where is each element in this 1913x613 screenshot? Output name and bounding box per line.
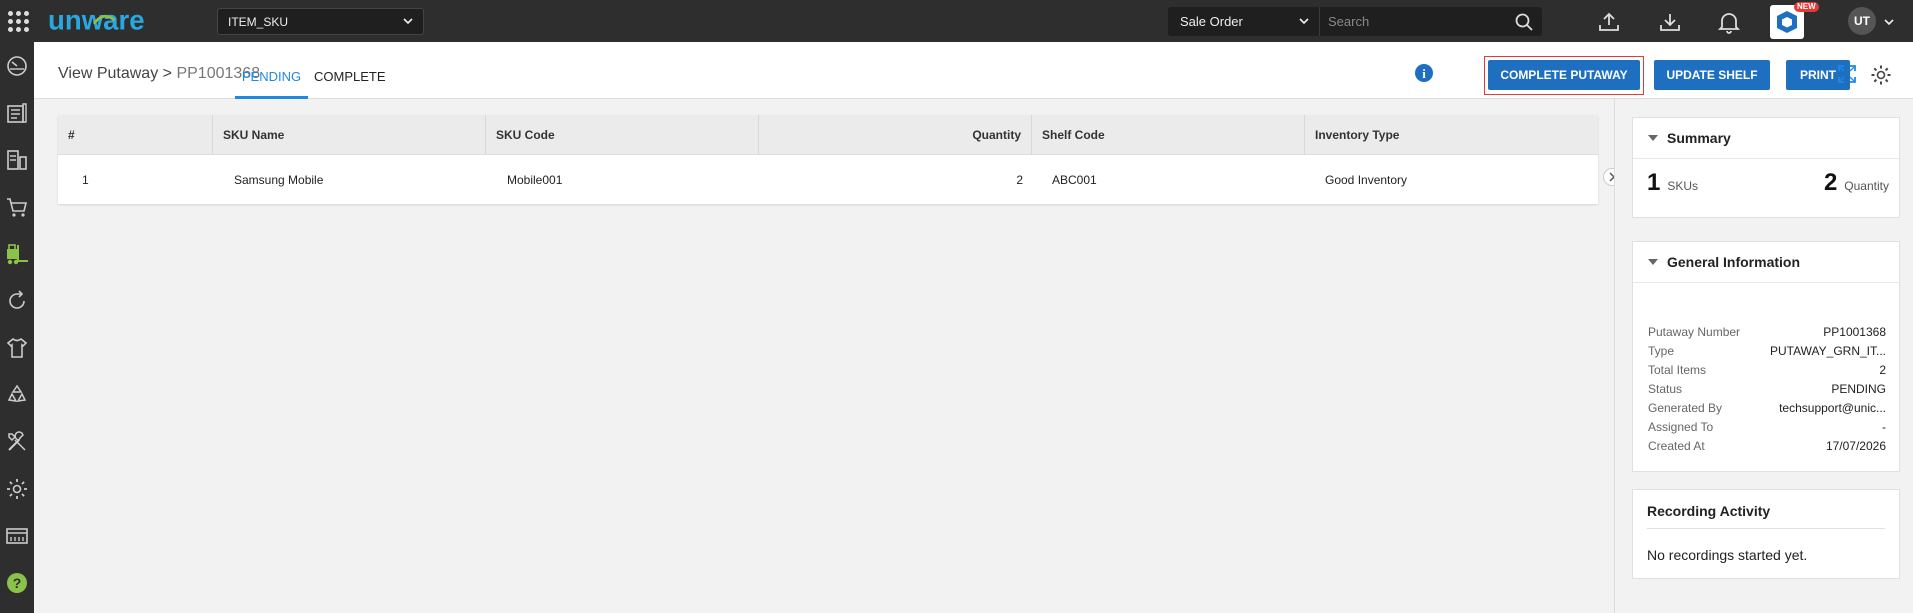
sidebar-item-dashboard[interactable]	[0, 42, 34, 89]
chevron-down-icon[interactable]	[1882, 15, 1896, 29]
svg-text:i: i	[1422, 66, 1426, 81]
shirt-icon	[6, 337, 28, 358]
breadcrumb-separator: >	[162, 65, 172, 82]
cell-number: 1	[82, 172, 89, 187]
cell-sku-code: Mobile001	[507, 172, 563, 187]
sku-select[interactable]: ITEM_SKU	[217, 8, 424, 35]
general-information-card: General Information Putaway Number PP1001…	[1632, 241, 1900, 472]
skus-count: 1	[1647, 169, 1661, 196]
tab-complete[interactable]: COMPLETE	[314, 69, 386, 99]
sku-select-value: ITEM_SKU	[228, 14, 289, 29]
download-icon[interactable]	[1657, 9, 1683, 35]
apps-grid-icon[interactable]	[0, 0, 36, 42]
sidebar-item-inventory[interactable]	[0, 136, 34, 183]
cell-quantity: 2	[1016, 172, 1023, 187]
info-row-type: Type PUTAWAY_GRN_IT...	[1648, 344, 1886, 358]
global-search: Sale Order	[1168, 7, 1542, 36]
svg-text:?: ?	[13, 575, 22, 591]
info-row-total-items: Total Items 2	[1648, 363, 1886, 377]
info-row-created-at: Created At 17/07/2026	[1648, 439, 1886, 453]
summary-card: Summary 1 SKUs 2 Quantity	[1632, 117, 1900, 218]
dashboard-icon	[7, 55, 27, 76]
sidebar-item-recycle[interactable]	[0, 371, 34, 418]
inventory-icon	[7, 149, 27, 170]
sidebar-item-catalog[interactable]	[0, 324, 34, 371]
page-title[interactable]: View Putaway	[58, 65, 158, 82]
column-header-sku-name[interactable]: SKU Name	[213, 115, 486, 155]
column-header-number[interactable]: #	[58, 115, 213, 155]
breadcrumb: View Putaway > PP1001368	[58, 65, 260, 83]
column-header-inventory-type[interactable]: Inventory Type	[1305, 115, 1580, 155]
sidebar-item-orders[interactable]	[0, 89, 34, 136]
sidebar-item-putaway[interactable]	[0, 230, 34, 277]
table-header: # SKU Name SKU Code Quantity Shelf Code …	[58, 115, 1598, 155]
column-header-sku-code[interactable]: SKU Code	[486, 115, 759, 155]
complete-putaway-button[interactable]: COMPLETE PUTAWAY	[1488, 60, 1640, 90]
user-avatar[interactable]: UT	[1848, 7, 1876, 35]
caret-down-icon	[1648, 135, 1658, 141]
info-row-assigned-to: Assigned To -	[1648, 420, 1886, 434]
details-panel: Summary 1 SKUs 2 Quantity General Inform…	[1614, 99, 1913, 613]
gear-icon[interactable]	[1870, 64, 1892, 86]
cell-sku-name: Samsung Mobile	[234, 172, 324, 187]
column-header-quantity[interactable]: Quantity	[759, 115, 1032, 155]
recycle-icon	[7, 384, 27, 402]
summary-quantity: 2 Quantity	[1824, 169, 1889, 197]
info-row-status: Status PENDING	[1648, 382, 1886, 396]
info-row-generated-by: Generated By techsupport@unic...	[1648, 401, 1886, 415]
fullscreen-icon[interactable]	[1837, 64, 1857, 84]
help-icon: ?	[7, 572, 27, 593]
sidebar: ?	[0, 42, 34, 613]
search-input[interactable]	[1320, 7, 1542, 36]
returns-icon	[9, 289, 25, 309]
forklift-icon	[7, 243, 28, 264]
summary-header[interactable]: Summary	[1647, 130, 1731, 146]
cart-icon	[7, 197, 28, 217]
summary-skus: 1 SKUs	[1647, 169, 1698, 197]
settings-icon	[7, 478, 27, 499]
recording-activity-card: Recording Activity No recordings started…	[1632, 489, 1900, 579]
sidebar-item-help[interactable]: ?	[0, 559, 34, 606]
search-icon[interactable]	[1514, 12, 1534, 32]
putaway-items-table: # SKU Name SKU Code Quantity Shelf Code …	[58, 115, 1598, 204]
orders-icon	[7, 102, 27, 123]
page-header: View Putaway > PP1001368 PENDING COMPLET…	[34, 42, 1913, 99]
quantity-label: Quantity	[1844, 179, 1889, 193]
billing-icon	[6, 527, 28, 544]
cell-inventory-type: Good Inventory	[1325, 172, 1408, 187]
tab-pending[interactable]: PENDING	[235, 69, 308, 99]
sidebar-item-returns[interactable]	[0, 277, 34, 324]
general-info-header[interactable]: General Information	[1647, 254, 1800, 270]
info-icon[interactable]: i	[1415, 64, 1433, 82]
notification-bell-icon[interactable]	[1716, 9, 1742, 35]
recording-title: Recording Activity	[1647, 503, 1771, 519]
update-shelf-button[interactable]: UPDATE SHELF	[1654, 60, 1770, 90]
sidebar-item-cart[interactable]	[0, 183, 34, 230]
cube-icon	[1777, 11, 1797, 33]
quantity-count: 2	[1823, 169, 1838, 196]
caret-down-icon	[1648, 259, 1658, 265]
chevron-down-icon	[403, 18, 413, 25]
info-row-putaway-number: Putaway Number PP1001368	[1648, 325, 1886, 339]
sidebar-item-settings[interactable]	[0, 465, 34, 512]
cell-shelf-code: ABC001	[1052, 172, 1097, 187]
general-info-title: General Information	[1667, 254, 1801, 270]
search-type-value: Sale Order	[1180, 14, 1243, 29]
brand-logo[interactable]: unware	[36, 0, 186, 42]
skus-label: SKUs	[1667, 179, 1699, 193]
sidebar-item-billing[interactable]	[0, 512, 34, 559]
tools-icon	[8, 430, 26, 451]
upload-icon[interactable]	[1596, 9, 1622, 35]
search-type-select[interactable]: Sale Order	[1168, 7, 1320, 36]
sidebar-item-tools[interactable]	[0, 418, 34, 465]
new-badge: NEW	[1794, 2, 1819, 12]
column-header-shelf-code[interactable]: Shelf Code	[1032, 115, 1305, 155]
summary-title: Summary	[1667, 130, 1731, 146]
chevron-down-icon	[1299, 18, 1309, 25]
recording-empty-message: No recordings started yet.	[1647, 547, 1808, 563]
